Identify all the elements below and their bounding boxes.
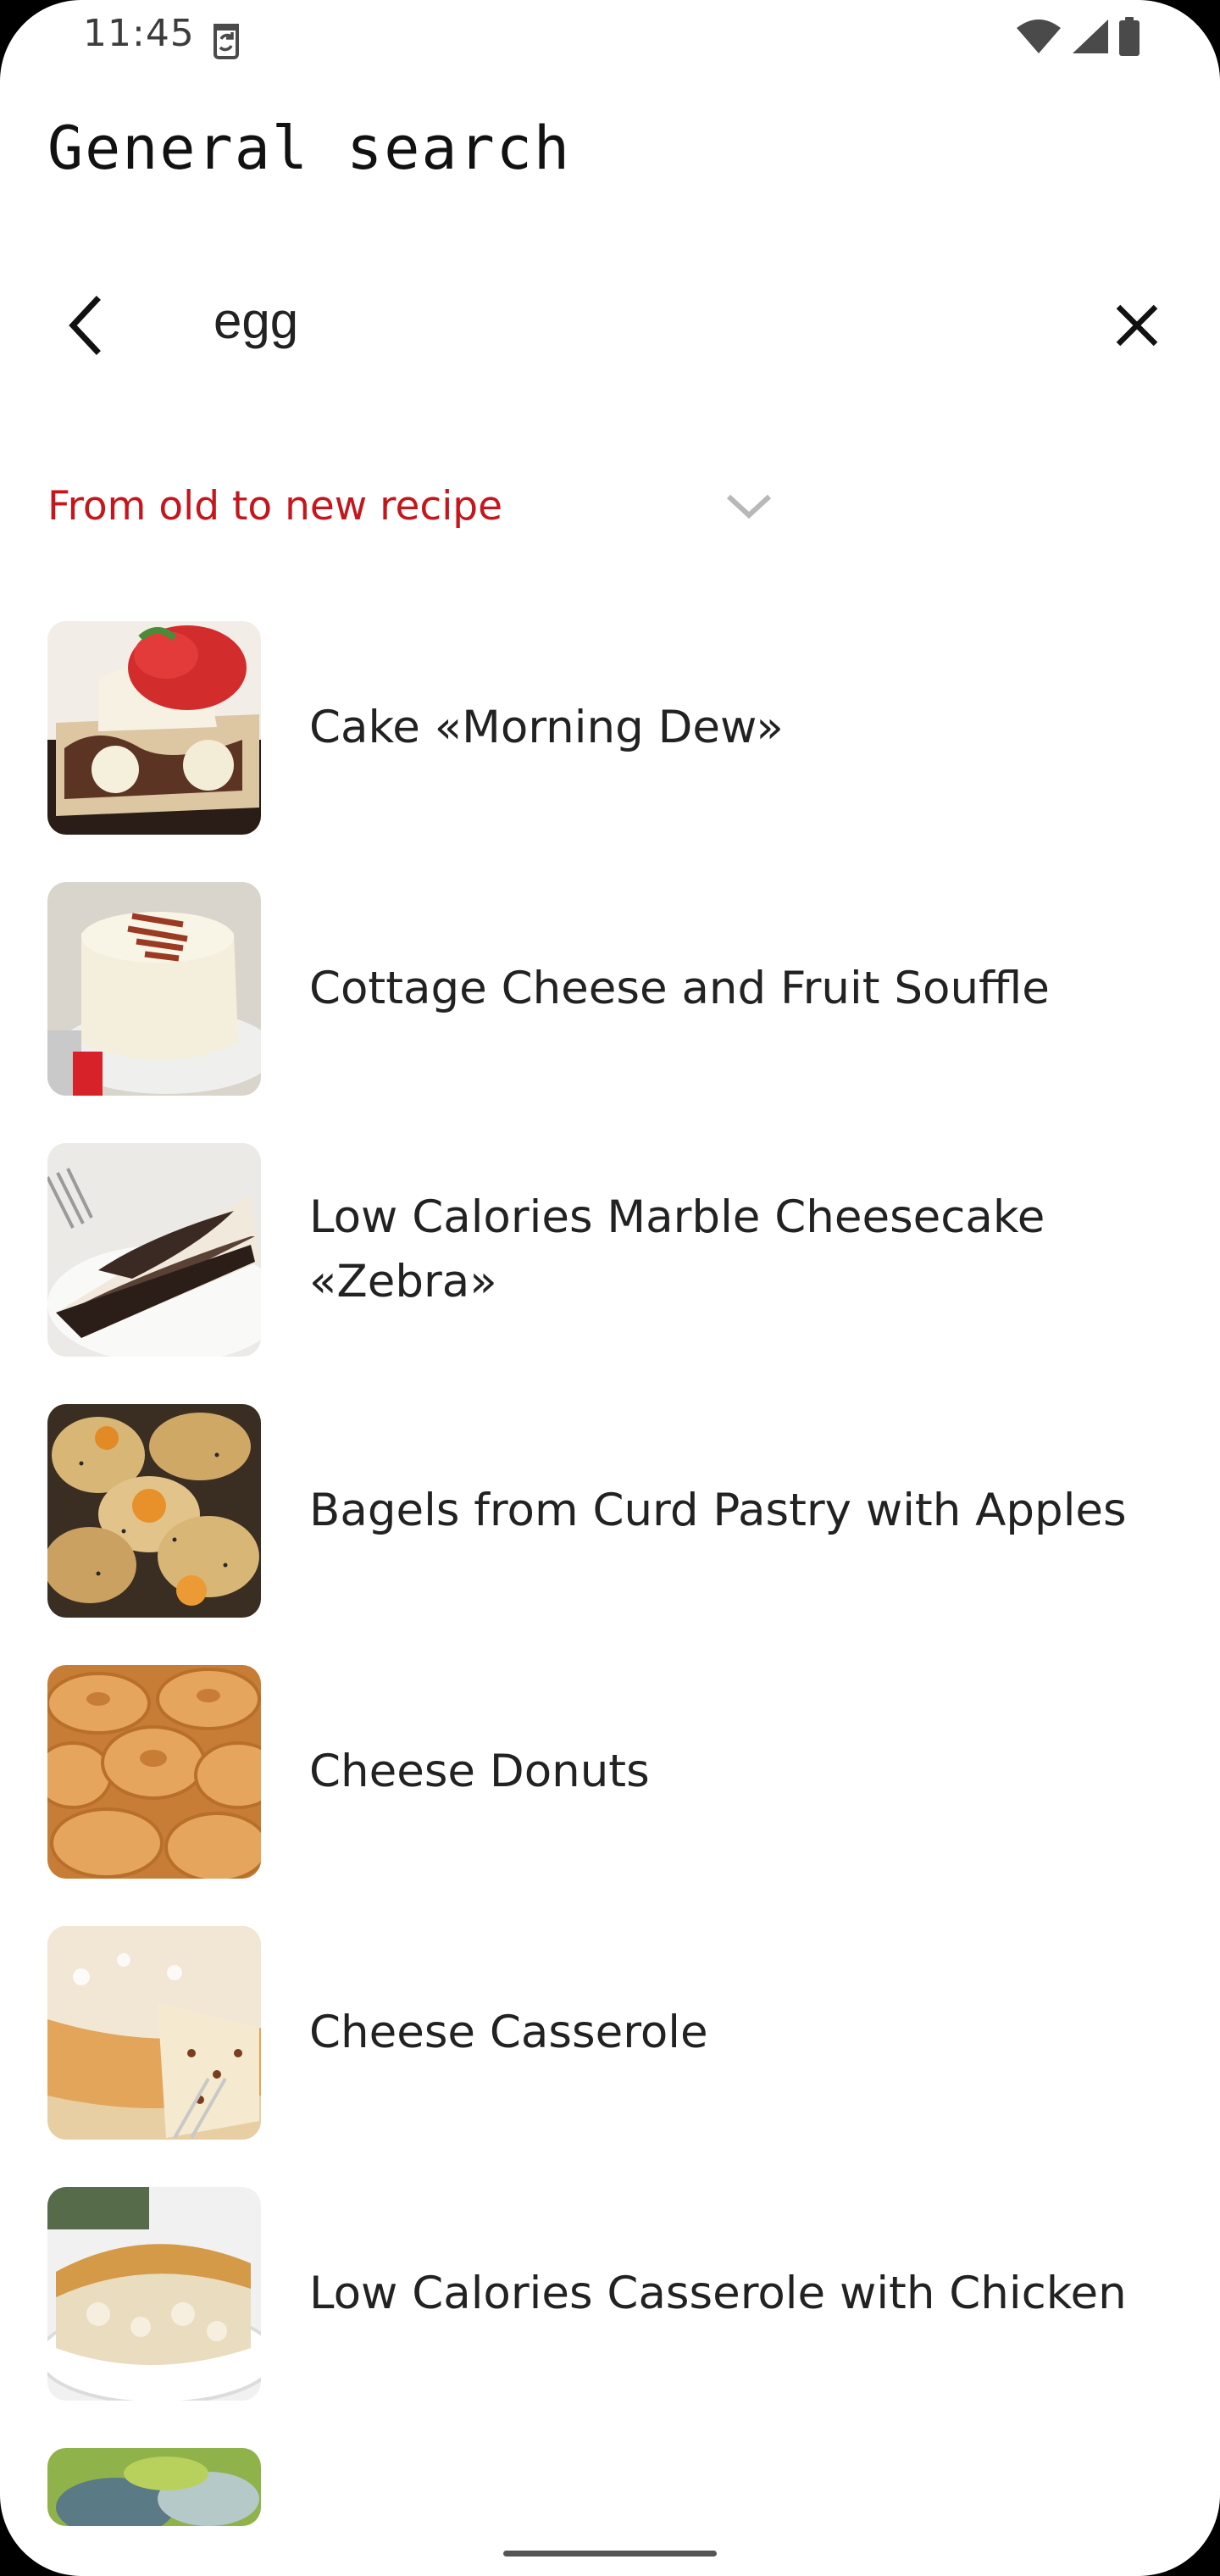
recipe-thumbnail [47,1665,261,1879]
storage-sync-icon [207,17,246,59]
recipe-thumbnail [47,621,261,835]
recipe-thumbnail [47,1926,261,2140]
recipe-list-item[interactable]: Low Calories Marble Cheesecake «Zebra» [0,1143,1220,1357]
back-button[interactable] [44,285,125,366]
sort-order-label: From old to new recipe [47,483,503,530]
recipe-name: Low Calories Casserole with Chicken [309,2268,1127,2319]
battery-icon [1118,17,1140,59]
recipe-thumbnail [47,2187,261,2401]
recipe-list-item[interactable]: Low Calories Casserole with Chicken [0,2187,1220,2401]
recipe-list-item[interactable]: Cottage Cheese and Fruit Souffle [0,882,1220,1096]
status-time: 11:45 [83,12,195,55]
page-title: General search [47,114,572,183]
status-bar: 11:45 [0,0,1220,78]
chevron-down-icon [726,494,772,519]
status-icons [1015,17,1140,59]
recipe-name: Cheese Casserole [309,2007,708,2058]
recipe-thumbnail [47,882,261,1096]
app-screen: 11:45 General search egg From old to new… [0,0,1220,2576]
recipe-list-item[interactable]: Bagels from Curd Pastry with Apples [0,1404,1220,1618]
recipe-thumbnail [47,1143,261,1357]
recipe-name: Cottage Cheese and Fruit Souffle [309,963,1050,1014]
clear-search-button[interactable] [1096,285,1178,366]
back-arrow-icon [69,296,101,355]
recipe-name: Low Calories Marble Cheesecake «Zebra» [309,1191,1045,1307]
recipe-list-item[interactable] [0,2448,1220,2576]
recipe-list-item[interactable]: Cheese Donuts [0,1665,1220,1879]
recipe-list-item[interactable]: Cake «Morning Dew» [0,621,1220,835]
close-icon [1116,304,1158,347]
search-input[interactable] [214,288,1044,353]
home-indicator[interactable] [503,2551,717,2557]
sort-order-dropdown[interactable]: From old to new recipe [47,475,776,546]
recipe-name: Bagels from Curd Pastry with Apples [309,1485,1127,1536]
recipe-name: Cake «Morning Dew» [309,702,784,753]
wifi-icon [1015,18,1062,58]
cell-signal-icon [1071,18,1110,58]
recipe-thumbnail [47,2448,261,2526]
recipe-thumbnail [47,1404,261,1618]
recipe-list-item[interactable]: Cheese Casserole [0,1926,1220,2140]
search-bar [0,273,1220,366]
recipe-name [309,2448,1165,2576]
recipe-name: Cheese Donuts [309,1746,650,1797]
